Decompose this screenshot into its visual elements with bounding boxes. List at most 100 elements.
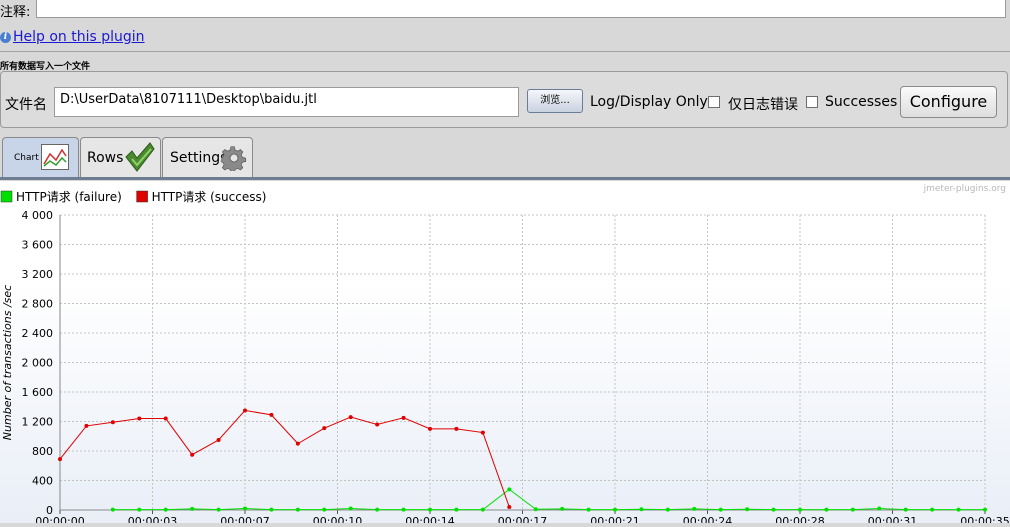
separator [0,51,1010,52]
y-axis-label: Number of transactions /sec [1,285,14,440]
data-point [639,507,644,512]
data-point [137,416,142,421]
file-name-label: 文件名 [5,97,47,113]
data-point [401,415,406,420]
data-point [903,507,908,512]
y-tick-label: 3 600 [22,239,54,252]
log-display-label: Log/Display Only: [590,94,712,110]
x-tick-label: 00:00:35 [960,515,1009,523]
y-tick-label: 800 [32,445,53,458]
file-name-input[interactable]: D:\UserData\8107111\Desktop\baidu.jtl [54,87,519,117]
series-line [59,409,510,508]
data-point [983,507,987,512]
tab-rows[interactable]: Rows [80,137,161,177]
data-point [269,412,274,417]
data-point [798,507,802,512]
legend-swatch [0,190,13,203]
x-tick-label: 00:00:21 [590,515,639,523]
data-point [850,507,855,512]
series-line [112,488,985,511]
data-point [877,506,882,511]
errors-only-label: 仅日志错误 [728,97,798,113]
data-point [375,422,380,427]
data-point [322,426,327,431]
data-point [613,507,617,512]
data-point [480,507,485,512]
x-tick-label: 00:00:03 [128,515,177,523]
watermark: jmeter-plugins.org [923,184,1006,194]
x-tick-label: 00:00:10 [313,515,362,523]
legend-swatch [136,190,148,203]
data-point [84,423,89,428]
x-tick-label: 00:00:31 [868,515,917,523]
comment-input[interactable] [36,0,1006,18]
legend-label: HTTP请求 (success) [152,190,267,204]
data-point [480,430,485,435]
data-point [348,506,353,511]
tab-settings-label: Settings [170,150,228,166]
data-point [243,408,247,413]
x-tick-label: 00:00:00 [35,515,84,523]
help-link[interactable]: Help on this plugin [13,29,145,45]
data-point [771,507,776,512]
x-tick-label: 00:00:07 [220,515,269,523]
configure-button[interactable]: Configure [900,86,997,118]
tab-chart-label: Chart [14,153,39,163]
data-point [454,507,459,512]
data-point [930,507,935,512]
errors-only-checkbox[interactable] [708,96,720,108]
data-point [533,507,538,512]
y-tick-label: 1 200 [22,416,54,429]
data-point [269,507,274,512]
data-point [665,507,670,512]
data-point [401,507,406,512]
data-point [692,506,697,511]
checkmark-icon [125,142,155,172]
x-tick-label: 00:00:17 [498,515,547,523]
x-tick-label: 00:00:28 [775,515,824,523]
y-tick-label: 2 400 [22,327,54,340]
successes-checkbox[interactable] [806,96,818,108]
data-point [163,416,168,421]
data-point [507,505,512,510]
y-tick-label: 400 [32,475,53,488]
y-tick-label: 2 000 [22,357,54,370]
data-point [190,452,195,457]
x-tick-label: 00:00:24 [683,515,732,523]
data-point [428,426,432,431]
data-point [824,507,829,512]
y-tick-label: 3 200 [22,268,54,281]
data-point [295,441,300,446]
data-point [110,420,115,425]
data-point [454,426,459,431]
data-point [110,507,115,512]
tab-rows-label: Rows [87,150,124,166]
data-point [163,507,168,512]
data-point [428,507,432,512]
y-tick-label: 2 800 [22,298,54,311]
y-tick-label: 1 600 [22,386,54,399]
data-point [745,507,750,512]
data-point [507,487,512,492]
data-point [295,507,300,512]
chart-area: jmeter-plugins.org HTTP请求 (failure) HTTP请求… [0,181,1010,527]
data-point [586,507,591,512]
info-icon: i [0,32,11,43]
tab-chart[interactable]: Chart [2,137,79,177]
browse-button[interactable]: 浏览... [527,89,583,113]
x-tick-label: 00:00:14 [405,515,454,523]
y-tick-label: 4 000 [22,209,54,222]
tab-settings[interactable]: Settings [162,137,253,177]
data-point [560,506,565,511]
data-point [956,507,961,512]
data-point [190,506,195,511]
data-point [216,507,221,512]
data-point [137,507,142,512]
tps-chart: jmeter-plugins.org HTTP请求 (failure) HTTP请求… [0,184,1010,527]
legend-label: HTTP请求 (failure) [16,190,122,204]
successes-label: Successes [825,94,898,110]
tab-underline [0,177,1010,180]
data-point [348,415,353,420]
data-point [58,457,62,462]
data-point [718,507,723,512]
